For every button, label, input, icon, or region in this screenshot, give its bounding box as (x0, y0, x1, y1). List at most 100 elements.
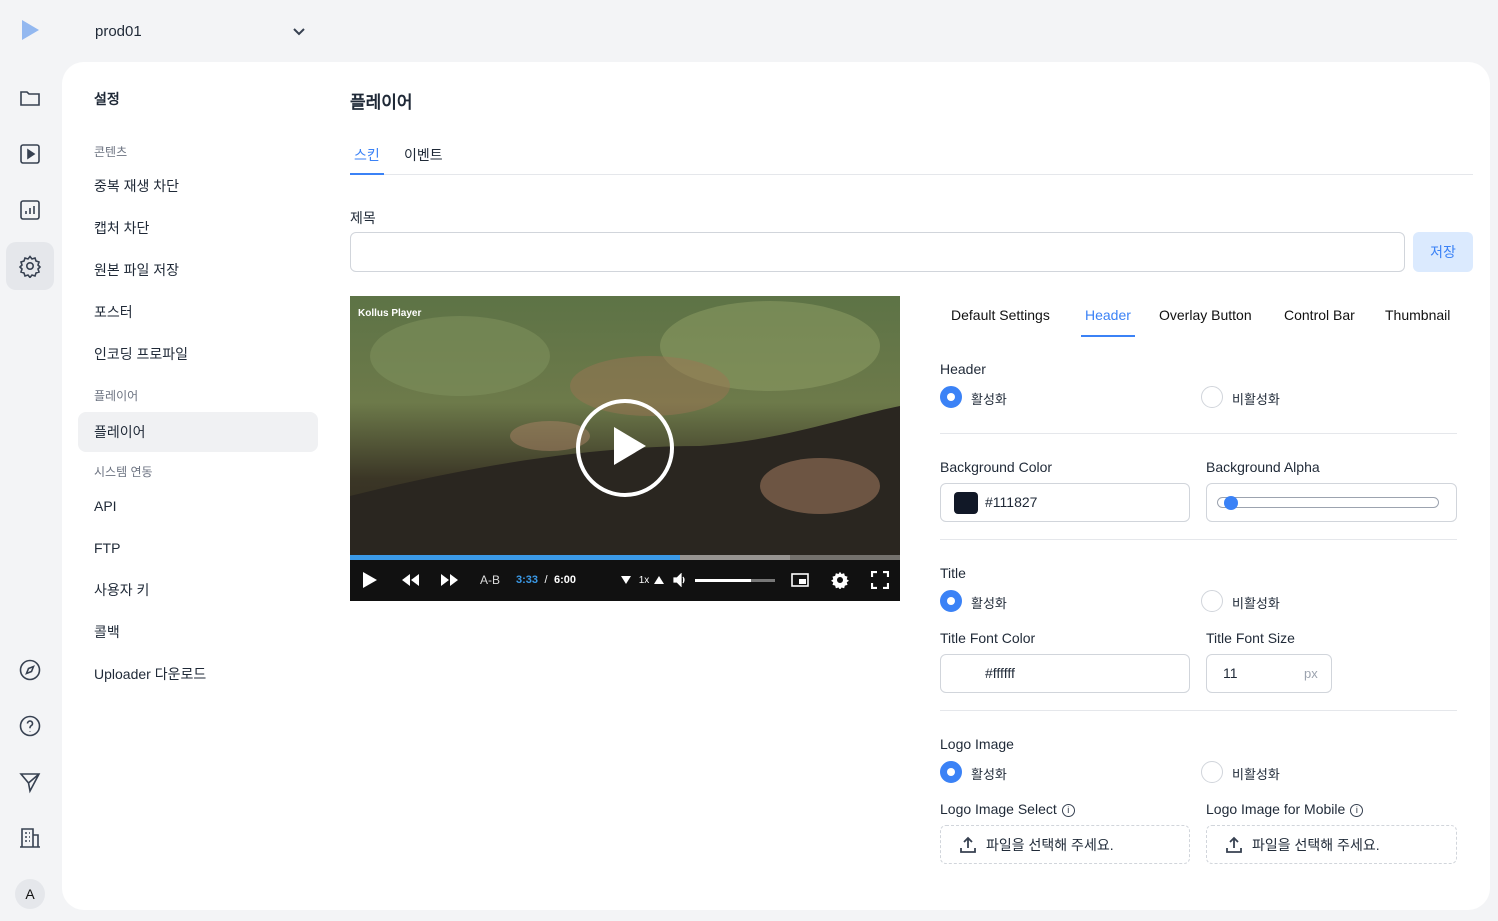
speed-down-icon[interactable] (620, 570, 632, 590)
title-font-color-value: #ffffff (985, 665, 1015, 681)
duration: 6:00 (553, 574, 577, 586)
header-enable-radio[interactable] (940, 386, 962, 408)
tab-event[interactable]: 이벤트 (404, 145, 443, 175)
logo-label: Logo Image (940, 736, 1014, 752)
title-font-color-picker[interactable]: #ffffff (940, 654, 1190, 693)
upload-icon (1226, 836, 1242, 853)
gear-icon[interactable] (6, 242, 54, 290)
current-time: 3:33 (515, 574, 539, 586)
title-font-size-input[interactable]: 11 px (1206, 654, 1332, 693)
play-icon[interactable] (360, 570, 380, 590)
title-font-color-label: Title Font Color (940, 630, 1036, 646)
sidebar-section-content: 콘텐츠 (94, 145, 128, 159)
project-selector[interactable]: prod01 (95, 20, 307, 42)
title-disable-radio[interactable] (1201, 590, 1223, 612)
logo-mobile-label-row: Logo Image for Mobile i (1206, 801, 1364, 817)
sidebar-item-original-file[interactable]: 원본 파일 저장 (78, 250, 318, 290)
player-preview: Kollus Player A-B 3:33 / 6:00 1x (350, 296, 900, 601)
rewind-icon[interactable] (400, 570, 420, 590)
sidebar-item-encoding-profile[interactable]: 인코딩 프로파일 (78, 334, 318, 374)
slider-track (1217, 497, 1439, 508)
divider (940, 433, 1457, 434)
folder-icon[interactable] (6, 74, 54, 122)
help-icon[interactable] (6, 702, 54, 750)
volume-slider[interactable] (695, 579, 775, 582)
project-name: prod01 (95, 22, 142, 40)
title-font-size-label: Title Font Size (1206, 630, 1295, 646)
time-separator: / (544, 574, 548, 586)
bg-alpha-label: Background Alpha (1206, 459, 1320, 475)
play-icon[interactable] (6, 130, 54, 178)
sidebar-item-api[interactable]: API (78, 486, 318, 526)
chart-icon[interactable] (6, 186, 54, 234)
speed-value: 1x (638, 574, 650, 586)
building-icon[interactable] (6, 814, 54, 862)
slider-thumb[interactable] (1224, 496, 1238, 510)
tab-default-settings[interactable]: Default Settings (951, 307, 1050, 337)
info-icon[interactable]: i (1061, 803, 1075, 817)
divider (940, 539, 1457, 540)
settings-card: 설정 콘텐츠 중복 재생 차단 캡처 차단 원본 파일 저장 포스터 인코딩 프… (62, 62, 1490, 910)
title-font-color-swatch (954, 663, 978, 685)
logo-select-label-row: Logo Image Select i (940, 801, 1075, 817)
tab-skin[interactable]: 스킨 (350, 145, 384, 175)
name-input[interactable] (350, 232, 1405, 272)
sidebar-item-player[interactable]: 플레이어 (78, 412, 318, 452)
logo-upload-button[interactable]: 파일을 선택해 주세요. (940, 825, 1190, 864)
sidebar-item-duplicate-block[interactable]: 중복 재생 차단 (78, 166, 318, 206)
settings-icon[interactable] (830, 570, 850, 590)
logo-enable-radio[interactable] (940, 761, 962, 783)
sidebar-item-uploader-download[interactable]: Uploader 다운로드 (78, 654, 318, 694)
sidebar-item-capture-block[interactable]: 캡처 차단 (78, 208, 318, 248)
chevron-down-icon (293, 28, 305, 36)
fullscreen-icon[interactable] (870, 570, 890, 590)
avatar[interactable]: A (15, 879, 45, 909)
header-disable-label: 비활성화 (1232, 392, 1280, 407)
logo-mobile-label: Logo Image for Mobile (1206, 801, 1346, 817)
pip-icon[interactable] (790, 570, 810, 590)
sidebar-section-player: 플레이어 (94, 389, 139, 403)
save-button[interactable]: 저장 (1413, 232, 1473, 272)
sidebar-title: 설정 (94, 91, 120, 107)
title-font-size-value: 11 (1223, 665, 1238, 681)
logo-select-label: Logo Image Select (940, 801, 1057, 817)
title-enable-label: 활성화 (971, 596, 1007, 611)
volume-icon[interactable] (672, 570, 688, 590)
sidebar-item-user-key[interactable]: 사용자 키 (78, 570, 318, 610)
tab-header[interactable]: Header (1081, 307, 1135, 337)
sidebar-item-poster[interactable]: 포스터 (78, 292, 318, 332)
sidebar-item-ftp[interactable]: FTP (78, 528, 318, 568)
tab-control-bar[interactable]: Control Bar (1284, 307, 1355, 337)
bg-color-picker[interactable]: #111827 (940, 483, 1190, 522)
logo-disable-radio[interactable] (1201, 761, 1223, 783)
bg-alpha-slider[interactable] (1206, 483, 1457, 522)
player-brand: Kollus Player (358, 308, 422, 319)
tab-thumbnail[interactable]: Thumbnail (1385, 307, 1450, 337)
title-enable-radio[interactable] (940, 590, 962, 612)
title-label: Title (940, 565, 966, 581)
info-icon[interactable]: i (1350, 803, 1364, 817)
logo-mobile-upload-placeholder: 파일을 선택해 주세요. (1252, 836, 1380, 853)
bg-color-value: #111827 (985, 494, 1038, 510)
sidebar-section-system: 시스템 연동 (94, 465, 153, 479)
title-font-size-unit: px (1304, 666, 1318, 681)
sidebar-item-callback[interactable]: 콜백 (78, 612, 318, 652)
compass-icon[interactable] (6, 646, 54, 694)
header-label: Header (940, 361, 986, 377)
name-label: 제목 (350, 210, 376, 226)
fast-forward-icon[interactable] (440, 570, 460, 590)
divider (940, 710, 1457, 711)
nav-rail: A (0, 0, 60, 921)
bg-color-label: Background Color (940, 459, 1053, 475)
tab-overlay-button[interactable]: Overlay Button (1159, 307, 1252, 337)
send-icon[interactable] (6, 758, 54, 806)
speed-up-icon[interactable] (653, 570, 665, 590)
volume-fill (695, 579, 751, 582)
logo-mobile-upload-button[interactable]: 파일을 선택해 주세요. (1206, 825, 1457, 864)
logo-enable-label: 활성화 (971, 767, 1007, 782)
control-bar: A-B 3:33 / 6:00 1x (350, 560, 900, 601)
big-play-button[interactable] (576, 399, 674, 497)
ab-repeat-button[interactable]: A-B (478, 570, 502, 590)
header-disable-radio[interactable] (1201, 386, 1223, 408)
logo-icon[interactable] (20, 19, 40, 41)
